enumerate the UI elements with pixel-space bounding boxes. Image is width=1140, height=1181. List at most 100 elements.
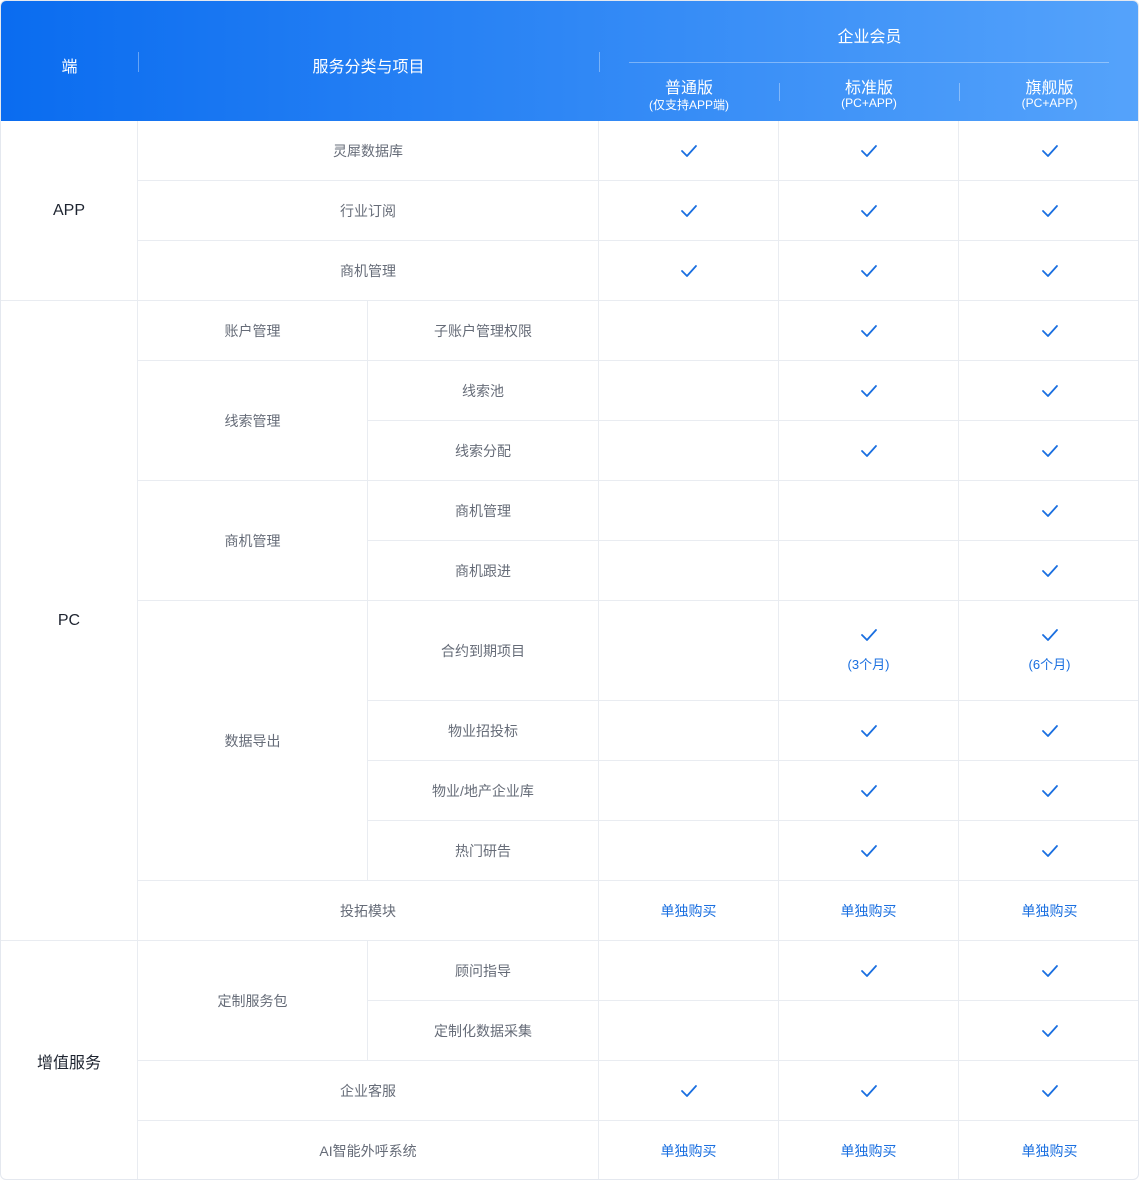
check-icon: [1041, 444, 1058, 457]
plan-cell: [599, 241, 779, 301]
service-item: 商机管理: [368, 481, 599, 541]
plan-cell: [779, 121, 959, 181]
plan-cell: [599, 601, 779, 701]
plan-cell: [779, 241, 959, 301]
plan-cell: [599, 301, 779, 361]
plan-cell: [959, 481, 1138, 541]
plan-cell: [779, 541, 959, 601]
buy-separately-link[interactable]: 单独购买: [841, 1141, 897, 1161]
check-icon: [680, 264, 697, 277]
platform-pc: PC: [1, 301, 138, 941]
check-icon: [860, 964, 877, 977]
header-platform: 端: [61, 59, 78, 76]
service-item: 热门研告: [368, 821, 599, 881]
plan-basic-name: 普通版: [664, 80, 713, 97]
platform-vas: 增值服务: [1, 941, 138, 1179]
plan-cell: [779, 761, 959, 821]
platform-app: APP: [1, 121, 138, 301]
plan-cell: [959, 821, 1138, 881]
check-icon: [1041, 629, 1058, 641]
plan-cell: [599, 1001, 779, 1061]
check-icon: [860, 204, 877, 217]
plan-flagship-sub: (PC+APP): [1021, 96, 1078, 110]
plan-cell: [959, 541, 1138, 601]
plan-flagship-name: 旗舰版: [1025, 80, 1074, 97]
plan-cell: [599, 421, 779, 481]
plan-cell: [959, 761, 1138, 821]
plan-cell: [599, 761, 779, 821]
plan-cell: [959, 121, 1138, 181]
plan-cell: [599, 941, 779, 1001]
check-icon: [860, 384, 877, 397]
buy-separately-link[interactable]: 单独购买: [841, 901, 897, 921]
check-icon: [1041, 384, 1058, 397]
check-icon: [1041, 1024, 1058, 1037]
plan-cell: [779, 701, 959, 761]
service-item: 顾问指导: [368, 941, 599, 1001]
plan-cell: [599, 361, 779, 421]
group-custom: 定制服务包: [138, 941, 368, 1061]
check-icon: [860, 324, 877, 337]
plan-cell: 单独购买: [599, 1121, 779, 1179]
plan-cell: [959, 301, 1138, 361]
check-icon: [860, 1084, 877, 1097]
check-icon: [1041, 964, 1058, 977]
table-header: 端 服务分类与项目 企业会员 普通版 (仅支持APP端) 标准版 (PC+APP…: [1, 1, 1138, 121]
plan-cell: [779, 361, 959, 421]
plan-cell: 单独购买: [959, 881, 1138, 941]
plan-cell: [599, 701, 779, 761]
plan-cell: (3个月): [779, 601, 959, 701]
service-item: 合约到期项目: [368, 601, 599, 701]
plan-cell: [779, 821, 959, 881]
plan-cell: [959, 181, 1138, 241]
check-icon: [680, 204, 697, 217]
plan-standard-sub: (PC+APP): [841, 96, 897, 110]
service-item: 子账户管理权限: [368, 301, 599, 361]
membership-comparison-table: 端 服务分类与项目 企业会员 普通版 (仅支持APP端) 标准版 (PC+APP…: [0, 0, 1139, 1180]
group-biz: 商机管理: [138, 481, 368, 601]
buy-separately-link[interactable]: 单独购买: [1022, 901, 1078, 921]
plan-cell: [599, 181, 779, 241]
plan-cell: [779, 941, 959, 1001]
plan-cell: [959, 241, 1138, 301]
service-item: 行业订阅: [138, 181, 599, 241]
duration-note: (3个月): [847, 657, 890, 672]
check-icon: [1041, 264, 1058, 277]
buy-separately-link[interactable]: 单独购买: [661, 901, 717, 921]
plan-cell: 单独购买: [779, 1121, 959, 1179]
header-service: 服务分类与项目: [312, 59, 425, 76]
plan-cell: 单独购买: [599, 881, 779, 941]
plan-cell: [599, 541, 779, 601]
service-item: 定制化数据采集: [368, 1001, 599, 1061]
check-icon: [860, 264, 877, 277]
plan-cell: [959, 1001, 1138, 1061]
service-item: 灵犀数据库: [138, 121, 599, 181]
service-item: 投拓模块: [138, 881, 599, 941]
plan-cell: [779, 181, 959, 241]
plan-standard-name: 标准版: [844, 80, 893, 97]
plan-cell: [959, 421, 1138, 481]
duration-note: (6个月): [1028, 657, 1071, 672]
check-icon: [860, 724, 877, 737]
check-icon: [1041, 564, 1058, 577]
check-icon: [1041, 784, 1058, 797]
buy-separately-link[interactable]: 单独购买: [661, 1141, 717, 1161]
check-icon: [860, 629, 877, 641]
plan-cell: [779, 481, 959, 541]
plan-cell: [959, 701, 1138, 761]
service-item: 线索池: [368, 361, 599, 421]
check-icon: [860, 844, 877, 857]
plan-cell: [599, 481, 779, 541]
plan-cell: [959, 1061, 1138, 1121]
check-icon: [860, 144, 877, 157]
service-item: 企业客服: [138, 1061, 599, 1121]
plan-cell: 单独购买: [779, 881, 959, 941]
plan-cell: [599, 121, 779, 181]
check-icon: [1041, 144, 1058, 157]
buy-separately-link[interactable]: 单独购买: [1022, 1141, 1078, 1161]
check-icon: [1041, 504, 1058, 517]
check-icon: [1041, 1084, 1058, 1097]
service-item: AI智能外呼系统: [138, 1121, 599, 1179]
check-icon: [1041, 204, 1058, 217]
group-account: 账户管理: [138, 301, 368, 361]
